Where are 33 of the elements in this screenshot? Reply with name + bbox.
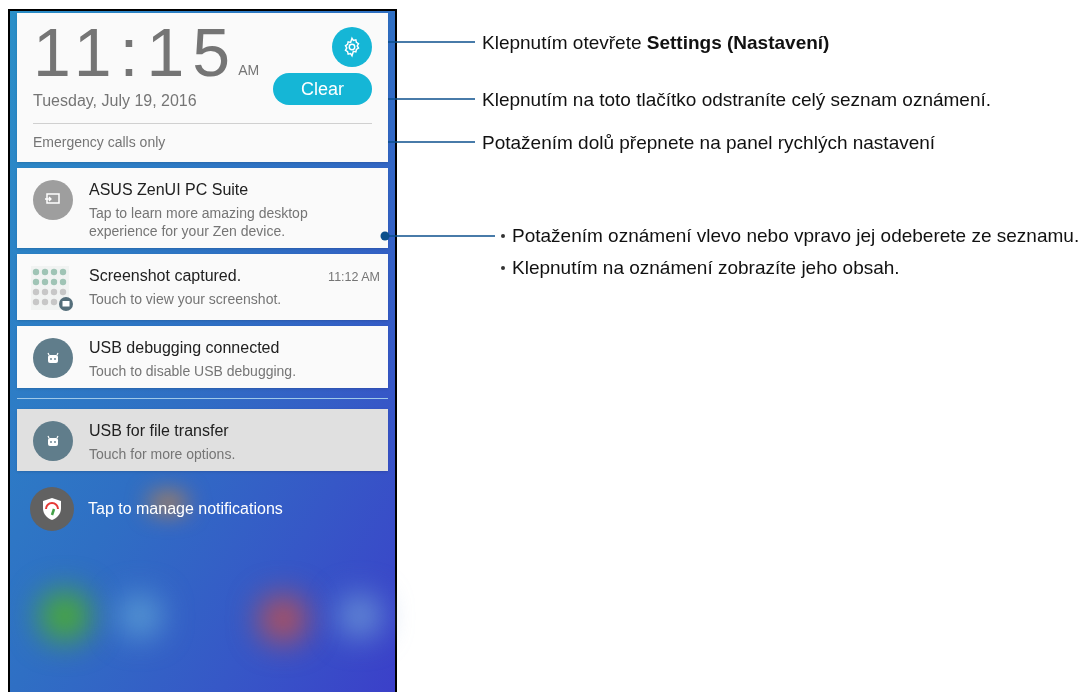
notification-text: Touch for more options. <box>89 445 237 463</box>
notification-text: Touch to disable USB debugging. <box>89 362 298 380</box>
notification-card[interactable]: Screenshot captured. 11:12 AM Touch to view your screenshot. <box>17 254 388 320</box>
notification-card[interactable]: ASUS ZenUI PC Suite Tap to learn more amazing desktop experience for your Zen device. <box>17 168 388 248</box>
notification-text: Tap to learn more amazing desktop experience for your Zen device. <box>89 204 309 240</box>
notification-card[interactable]: USB for file transfer Touch for more options. <box>17 409 388 471</box>
notification-title: USB for file transfer <box>89 421 229 441</box>
notification-title: USB debugging connected <box>89 338 280 358</box>
screenshot-thumbnail-icon <box>31 266 75 312</box>
date-text: Tuesday, July 19, 2016 <box>33 91 198 111</box>
notification-title: Screenshot captured. <box>89 266 242 286</box>
callout-text: Klepnutím otevřete Settings (Nastavení) <box>482 31 830 55</box>
notification-time: 11:12 AM <box>328 269 380 286</box>
callout-text: Klepnutím na oznámení zobrazíte jeho obsah. <box>512 256 900 280</box>
notification-text: Touch to view your screenshot. <box>89 290 283 308</box>
shield-gauge-icon <box>30 487 74 531</box>
notification-card[interactable]: USB debugging connected Touch to disable USB debugging. <box>17 326 388 388</box>
bullet-icon <box>500 265 506 271</box>
monitor-icon <box>33 180 73 220</box>
clock-ampm: AM <box>238 61 260 80</box>
robot-icon <box>33 421 73 461</box>
callout-text: Potažením dolů přepnete na panel rychlých nastavení <box>482 131 936 155</box>
manage-notifications-link[interactable]: Tap to manage notifications <box>88 497 283 521</box>
notification-title: ASUS ZenUI PC Suite <box>89 180 249 200</box>
clock-time: 11:15 <box>33 19 239 85</box>
status-text: Emergency calls only <box>33 134 166 150</box>
bullet-icon <box>500 233 506 239</box>
blurred-app-icon <box>40 591 90 641</box>
blurred-app-icon <box>260 596 306 642</box>
callout-text: Klepnutím na toto tlačítko odstraníte celý seznam oznámení. <box>482 88 992 112</box>
callout-text: Potažením oznámení vlevo nebo vpravo jej odeberete ze seznamu. <box>512 224 1080 248</box>
settings-button[interactable] <box>332 27 372 67</box>
robot-icon <box>33 338 73 378</box>
